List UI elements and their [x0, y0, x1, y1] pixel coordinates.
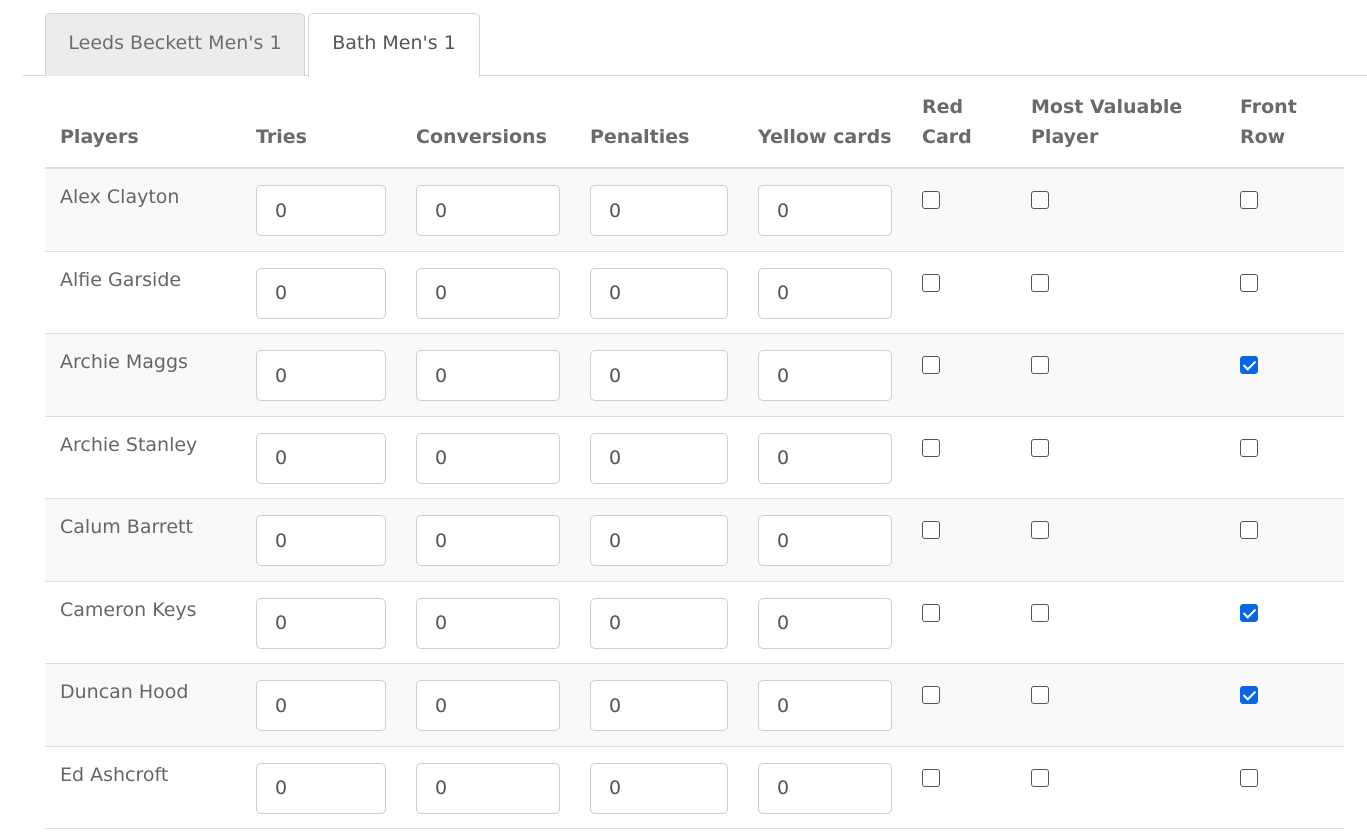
header-mvp-line1: Most Valuable [1031, 96, 1183, 118]
player-name: Duncan Hood [60, 681, 189, 703]
penalties-input[interactable] [590, 680, 728, 731]
player-name: Cameron Keys [60, 598, 197, 621]
tab-leeds-beckett-mens-1[interactable]: Leeds Beckett Men's 1 [45, 13, 305, 76]
player-name: Alex Clayton [60, 186, 180, 208]
tries-input[interactable] [256, 185, 386, 236]
mvp-checkbox[interactable] [1031, 521, 1049, 539]
conversions-input[interactable] [416, 432, 560, 484]
yellow-cards-input[interactable] [758, 762, 892, 814]
header-conversions: Conversions [416, 126, 547, 148]
mvp-checkbox[interactable] [1031, 273, 1049, 292]
red-card-checkbox[interactable] [922, 603, 940, 622]
front-row-checkbox[interactable] [1240, 603, 1258, 622]
mvp-checkbox[interactable] [1031, 603, 1049, 622]
penalties-input[interactable] [590, 762, 728, 814]
table-header: Players Tries Conversions Penalties Yell… [45, 76, 1344, 169]
penalties-input[interactable] [590, 185, 728, 236]
player-name: Archie Maggs [60, 351, 188, 373]
header-penalties: Penalties [590, 126, 690, 148]
yellow-cards-input[interactable] [758, 185, 892, 236]
red-card-checkbox[interactable] [922, 356, 940, 374]
front-row-checkbox[interactable] [1240, 191, 1258, 209]
header-red-card-line2: Card [922, 126, 972, 148]
header-players: Players [60, 126, 139, 148]
player-name: Ed Ashcroft [60, 763, 169, 786]
front-row-checkbox[interactable] [1240, 273, 1258, 292]
penalties-input[interactable] [590, 597, 728, 649]
front-row-checkbox[interactable] [1240, 521, 1258, 539]
yellow-cards-input[interactable] [758, 432, 892, 484]
penalties-input[interactable] [590, 432, 728, 484]
mvp-checkbox[interactable] [1031, 686, 1049, 704]
header-front-row-line2: Row [1240, 126, 1286, 148]
mvp-checkbox[interactable] [1031, 191, 1049, 209]
tries-input[interactable] [256, 432, 386, 484]
table-row: Duncan Hood [45, 664, 1344, 747]
tab-bath-mens-1[interactable]: Bath Men's 1 [308, 13, 480, 77]
red-card-checkbox[interactable] [922, 191, 940, 209]
table-row: Alex Clayton [45, 169, 1344, 252]
conversions-input[interactable] [416, 597, 560, 649]
yellow-cards-input[interactable] [758, 350, 892, 401]
header-yellow-cards: Yellow cards [758, 126, 892, 148]
table-row: Archie Stanley [45, 416, 1344, 499]
header-mvp-line2: Player [1031, 126, 1099, 148]
conversions-input[interactable] [416, 515, 560, 566]
header-front-row: Front Row [1240, 92, 1297, 152]
red-card-checkbox[interactable] [922, 273, 940, 292]
tries-input[interactable] [256, 597, 386, 649]
team-tabs: Leeds Beckett Men's 1 Bath Men's 1 [23, 13, 1367, 77]
header-red-card-line1: Red [922, 96, 964, 118]
conversions-input[interactable] [416, 267, 560, 319]
player-name: Archie Stanley [60, 433, 198, 456]
red-card-checkbox[interactable] [922, 686, 940, 704]
front-row-checkbox[interactable] [1240, 356, 1258, 374]
table-row: Ed Ashcroft [45, 746, 1344, 829]
yellow-cards-input[interactable] [758, 515, 892, 566]
red-card-checkbox[interactable] [922, 438, 940, 457]
tries-input[interactable] [256, 267, 386, 319]
conversions-input[interactable] [416, 762, 560, 814]
tries-input[interactable] [256, 680, 386, 731]
yellow-cards-input[interactable] [758, 680, 892, 731]
table-row: Archie Maggs [45, 334, 1344, 417]
penalties-input[interactable] [590, 515, 728, 566]
table-body: Alex Clayton Alfie Garside Archie Maggs Arc… [45, 169, 1344, 829]
table-row: Cameron Keys [45, 581, 1344, 664]
mvp-checkbox[interactable] [1031, 438, 1049, 457]
front-row-checkbox[interactable] [1240, 686, 1258, 704]
header-tries: Tries [256, 126, 307, 148]
tries-input[interactable] [256, 515, 386, 566]
penalties-input[interactable] [590, 267, 728, 319]
red-card-checkbox[interactable] [922, 768, 940, 787]
red-card-checkbox[interactable] [922, 521, 940, 539]
front-row-checkbox[interactable] [1240, 768, 1258, 787]
yellow-cards-input[interactable] [758, 267, 892, 319]
conversions-input[interactable] [416, 185, 560, 236]
yellow-cards-input[interactable] [758, 597, 892, 649]
table-row: Calum Barrett [45, 499, 1344, 582]
front-row-checkbox[interactable] [1240, 438, 1258, 457]
mvp-checkbox[interactable] [1031, 768, 1049, 787]
table-row: Alfie Garside [45, 251, 1344, 334]
player-name: Calum Barrett [60, 516, 193, 538]
mvp-checkbox[interactable] [1031, 356, 1049, 374]
player-name: Alfie Garside [60, 268, 182, 291]
conversions-input[interactable] [416, 680, 560, 731]
header-front-row-line1: Front [1240, 96, 1297, 118]
tries-input[interactable] [256, 350, 386, 401]
penalties-input[interactable] [590, 350, 728, 401]
header-red-card: Red Card [922, 92, 972, 152]
player-stats-table: Players Tries Conversions Penalties Yell… [45, 76, 1344, 829]
header-most-valuable-player: Most Valuable Player [1031, 92, 1182, 152]
tries-input[interactable] [256, 762, 386, 814]
conversions-input[interactable] [416, 350, 560, 401]
